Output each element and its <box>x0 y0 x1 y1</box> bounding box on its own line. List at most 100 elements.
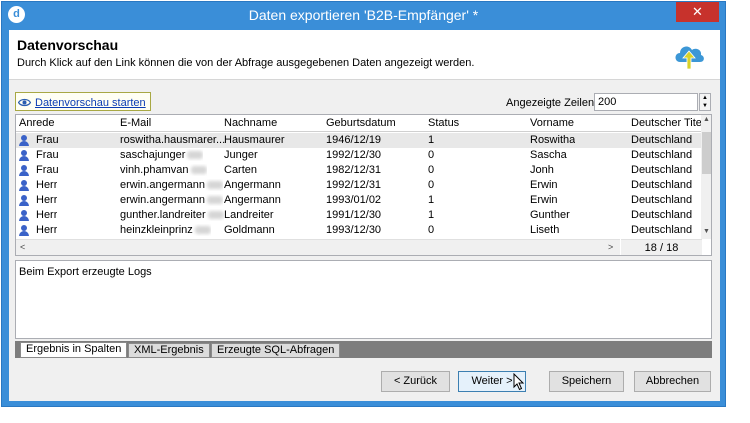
table-cell: Goldmann <box>224 224 275 236</box>
preview-grid: Anrede E-Mail Nachname Geburtsdatum Stat… <box>15 114 712 256</box>
start-preview-label: Datenvorschau starten <box>35 96 146 109</box>
row-counter: 18 / 18 <box>621 239 702 255</box>
table-row[interactable]: Frau vinh.phamvan Carten 1982/12/31 0 Jonh Deu… <box>16 163 701 178</box>
redacted-email-domain <box>194 226 211 235</box>
table-cell: Herr <box>36 209 58 221</box>
table-row[interactable]: Frau roswitha.hausmarer... Hausmaurer 1946/… <box>16 133 701 148</box>
column-header[interactable]: Anrede <box>19 117 54 129</box>
table-row[interactable]: Herr gunther.landreiter Landreiter 1991/12/… <box>16 208 701 223</box>
table-cell: Junger <box>224 149 258 161</box>
table-cell: Liseth <box>530 224 560 236</box>
rows-spinner[interactable]: ▲ ▼ <box>699 93 711 111</box>
table-cell: 0 <box>428 224 435 236</box>
table-cell: Frau <box>36 164 59 176</box>
table-cell: erwin.angermann <box>120 179 223 191</box>
tab-sql[interactable]: Erzeugte SQL-Abfragen <box>211 343 341 358</box>
table-cell: Deutschland <box>631 134 693 146</box>
table-cell: vinh.phamvan <box>120 164 207 176</box>
grid-header: Anrede E-Mail Nachname Geburtsdatum Stat… <box>16 115 704 132</box>
dialog-window: d Daten exportieren 'B2B-Empfänger' * ✕ … <box>1 1 726 407</box>
eye-icon <box>18 98 31 107</box>
table-cell: Deutschland <box>631 164 693 176</box>
redacted-email-domain <box>207 181 223 190</box>
table-cell: Herr <box>36 194 58 206</box>
table-cell: Deutschland <box>631 179 693 191</box>
table-cell: Roswitha <box>530 134 576 146</box>
close-button[interactable]: ✕ <box>676 2 719 22</box>
scroll-up-icon[interactable]: ▲ <box>701 116 711 123</box>
person-icon <box>19 165 29 176</box>
save-button[interactable]: Speichern <box>549 371 624 392</box>
table-cell: 1992/12/31 <box>326 179 382 191</box>
cloud-upload-icon <box>675 46 704 70</box>
table-cell: 0 <box>428 149 435 161</box>
table-cell: Gunther <box>530 209 570 221</box>
rows-input[interactable]: 200 <box>594 93 698 111</box>
table-cell: Sascha <box>530 149 567 161</box>
table-cell: Jonh <box>530 164 554 176</box>
scroll-right-icon[interactable]: > <box>608 242 613 252</box>
table-cell: 1 <box>428 194 435 206</box>
table-cell: Angermann <box>224 194 281 206</box>
page-title: Datenvorschau <box>17 37 119 53</box>
table-cell: erwin.angermann <box>120 194 223 206</box>
column-header[interactable]: Deutscher Titel <box>631 117 704 129</box>
tab-xml[interactable]: XML-Ergebnis <box>128 343 210 358</box>
table-cell: 1993/01/02 <box>326 194 382 206</box>
table-cell: 1 <box>428 134 435 146</box>
table-cell: 1 <box>428 209 435 221</box>
person-icon <box>19 210 29 221</box>
redacted-email-domain <box>187 151 204 160</box>
table-cell: Angermann <box>224 179 281 191</box>
table-cell: Erwin <box>530 179 558 191</box>
table-cell: roswitha.hausmarer... <box>120 134 226 146</box>
rows-label: Angezeigte Zeilen: <box>506 97 598 109</box>
table-cell: saschajunger <box>120 149 204 161</box>
table-cell: Hausmaurer <box>224 134 285 146</box>
wizard-header: Datenvorschau Durch Klick auf den Link k… <box>9 30 720 80</box>
table-cell: Landreiter <box>224 209 274 221</box>
scroll-thumb[interactable] <box>702 132 711 174</box>
table-cell: Deutschland <box>631 209 693 221</box>
table-cell: heinzkleinprinz <box>120 224 211 236</box>
person-icon <box>19 150 29 161</box>
scroll-left-icon[interactable]: < <box>20 242 25 252</box>
table-cell: Deutschland <box>631 194 693 206</box>
table-row[interactable]: Herr heinzkleinprinz Goldmann 1993/12/30 0 Li… <box>16 223 701 238</box>
person-icon <box>19 225 29 236</box>
table-row[interactable]: Frau saschajunger Junger 1992/12/30 0 Sascha D… <box>16 148 701 163</box>
cancel-button[interactable]: Abbrechen <box>634 371 711 392</box>
dialog-body: Datenvorschau Durch Klick auf den Link k… <box>9 30 720 401</box>
redacted-email-domain <box>207 196 223 205</box>
redacted-email-domain <box>207 211 224 220</box>
table-cell: Carten <box>224 164 258 176</box>
table-cell: Frau <box>36 149 59 161</box>
table-cell: 1993/12/30 <box>326 224 382 236</box>
table-cell: 1992/12/30 <box>326 149 382 161</box>
table-row[interactable]: Herr erwin.angermann Angermann 1992/12/31 0 E… <box>16 178 701 193</box>
column-header[interactable]: Geburtsdatum <box>326 117 396 129</box>
logs-title: Beim Export erzeugte Logs <box>19 266 152 278</box>
window-title: Daten exportieren 'B2B-Empfänger' * <box>248 7 479 23</box>
table-cell: 0 <box>428 164 435 176</box>
table-cell: 1946/12/19 <box>326 134 382 146</box>
column-header[interactable]: Status <box>428 117 459 129</box>
vertical-scrollbar[interactable]: ▲ ▼ <box>701 115 711 239</box>
column-header[interactable]: Vorname <box>530 117 574 129</box>
scroll-down-icon[interactable]: ▼ <box>701 228 711 235</box>
table-cell: Deutschland <box>631 149 693 161</box>
title-bar[interactable]: d Daten exportieren 'B2B-Empfänger' * ✕ <box>2 2 725 28</box>
horizontal-scrollbar[interactable]: < > <box>16 239 620 255</box>
result-tabs: Ergebnis in Spalten XML-Ergebnis Erzeugt… <box>15 341 712 358</box>
export-logs-panel: Beim Export erzeugte Logs <box>15 260 712 339</box>
person-icon <box>19 135 29 146</box>
start-preview-link[interactable]: Datenvorschau starten <box>15 92 151 111</box>
table-cell: Herr <box>36 179 58 191</box>
back-button[interactable]: < Zurück <box>381 371 450 392</box>
mouse-cursor-icon <box>513 373 525 391</box>
table-row[interactable]: Herr erwin.angermann Angermann 1993/01/02 1 E… <box>16 193 701 208</box>
column-header[interactable]: Nachname <box>224 117 277 129</box>
tab-columns[interactable]: Ergebnis in Spalten <box>20 342 128 358</box>
column-header[interactable]: E-Mail <box>120 117 151 129</box>
page-subtitle: Durch Klick auf den Link können die von … <box>17 57 475 69</box>
